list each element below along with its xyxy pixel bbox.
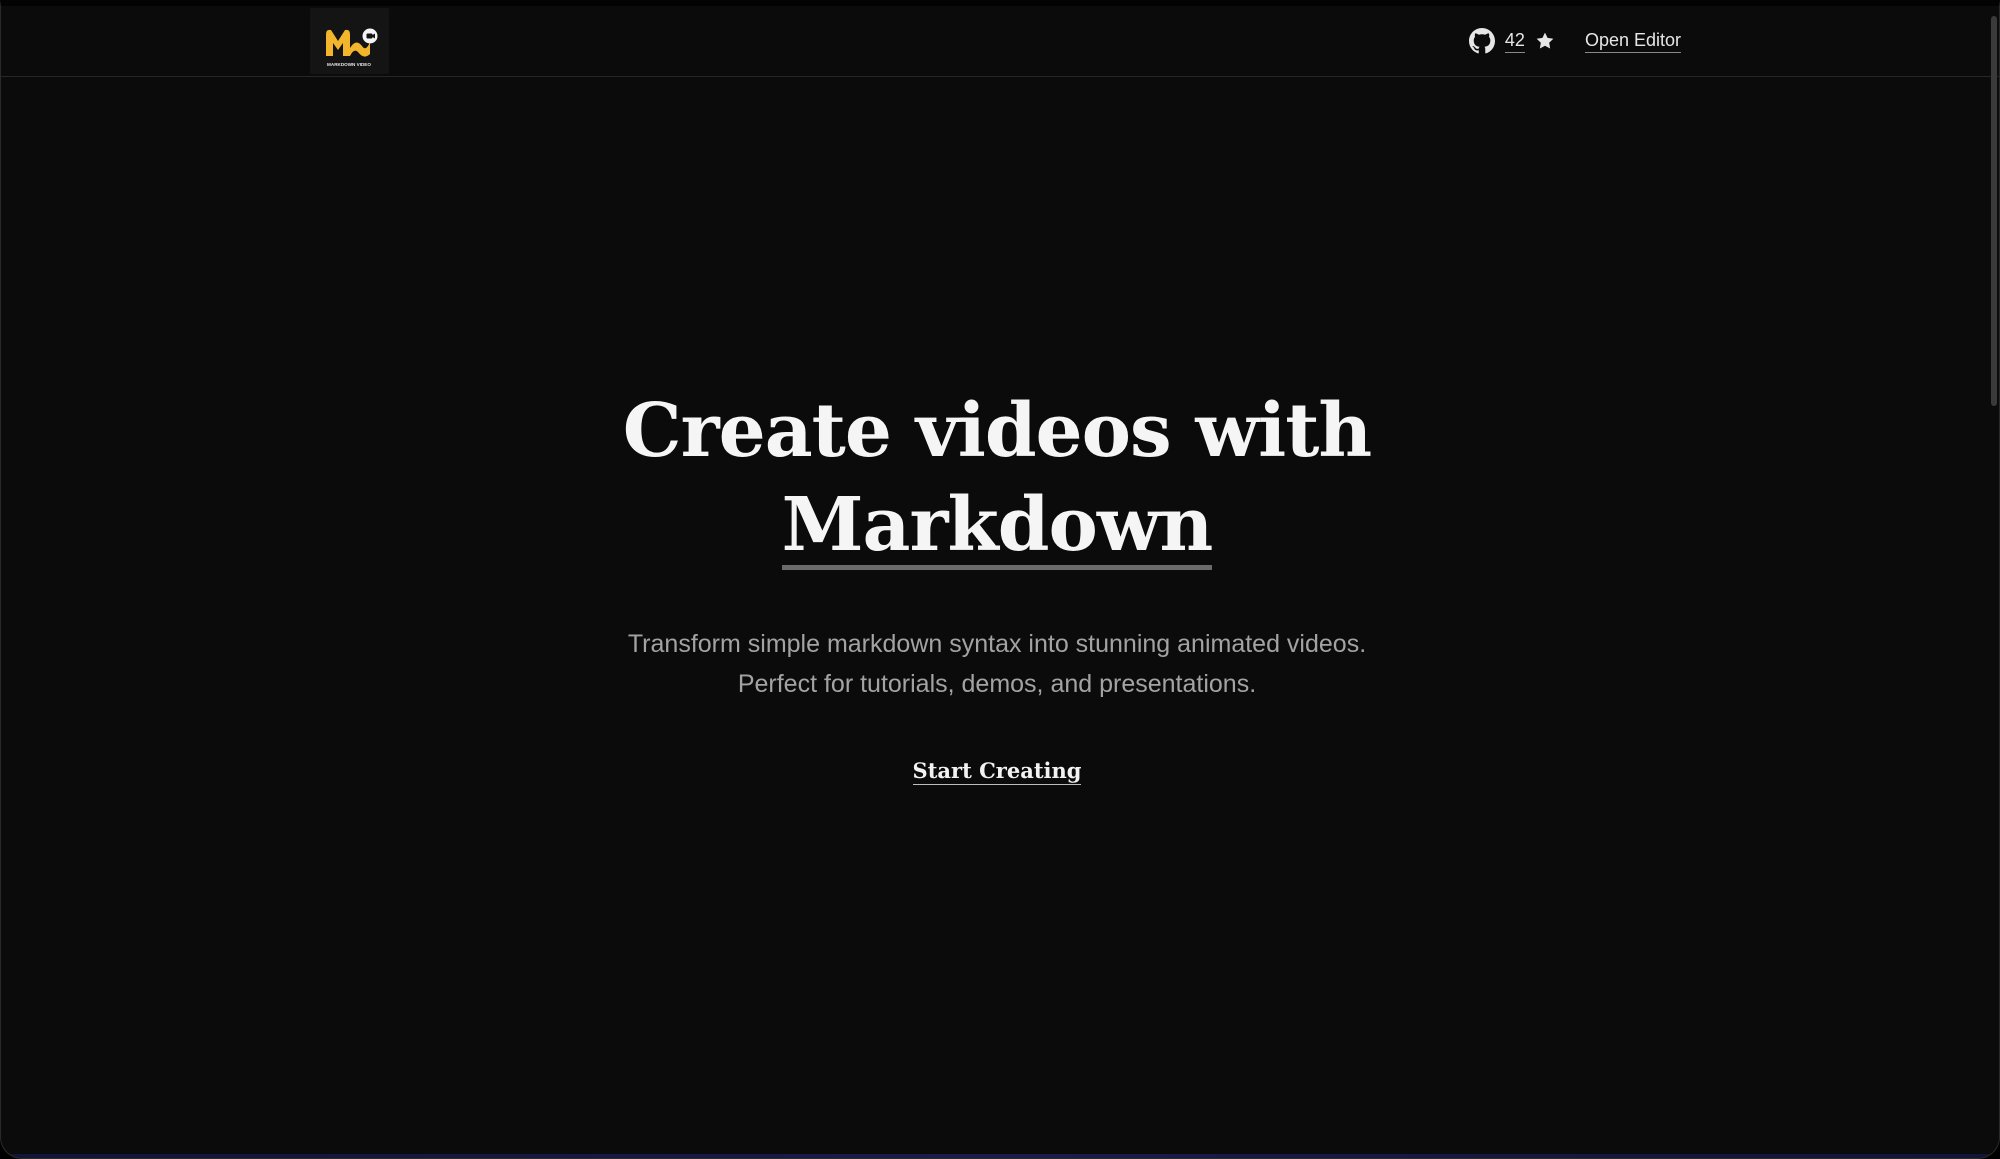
start-creating-button[interactable]: Start Creating	[912, 758, 1082, 785]
subtitle-line-2: Perfect for tutorials, demos, and presen…	[737, 670, 1257, 698]
subtitle-line-1: Transform simple markdown syntax into st…	[627, 630, 1367, 658]
window-bottom-edge	[1, 1154, 1999, 1158]
headline-accent-markdown: Markdown	[781, 482, 1213, 570]
navbar: MARKDOWN VIDEO 42 Open Editor	[1, 6, 1999, 77]
headline-line-1: Create videos with	[622, 388, 1372, 474]
logo[interactable]: MARKDOWN VIDEO	[310, 8, 389, 74]
github-star-count: 42	[1504, 30, 1525, 53]
github-icon	[1468, 28, 1495, 54]
hero-headline: Create videos with Markdown	[1, 384, 1993, 572]
hero-section: Create videos with Markdown Transform si…	[1, 384, 1993, 785]
github-stars-link[interactable]: 42	[1468, 28, 1555, 54]
logo-mark: MARKDOWN VIDEO	[326, 28, 378, 67]
page: MARKDOWN VIDEO 42 Open Editor Create vid…	[0, 0, 2000, 1159]
nav-actions: 42 Open Editor	[1468, 28, 1681, 54]
open-editor-link[interactable]: Open Editor	[1584, 30, 1681, 53]
scrollbar[interactable]	[1990, 6, 1998, 1158]
scrollbar-thumb[interactable]	[1991, 16, 1997, 406]
star-icon	[1535, 31, 1555, 51]
hero-subtitle: Transform simple markdown syntax into st…	[1, 624, 1993, 704]
svg-text:MARKDOWN VIDEO: MARKDOWN VIDEO	[327, 62, 371, 67]
